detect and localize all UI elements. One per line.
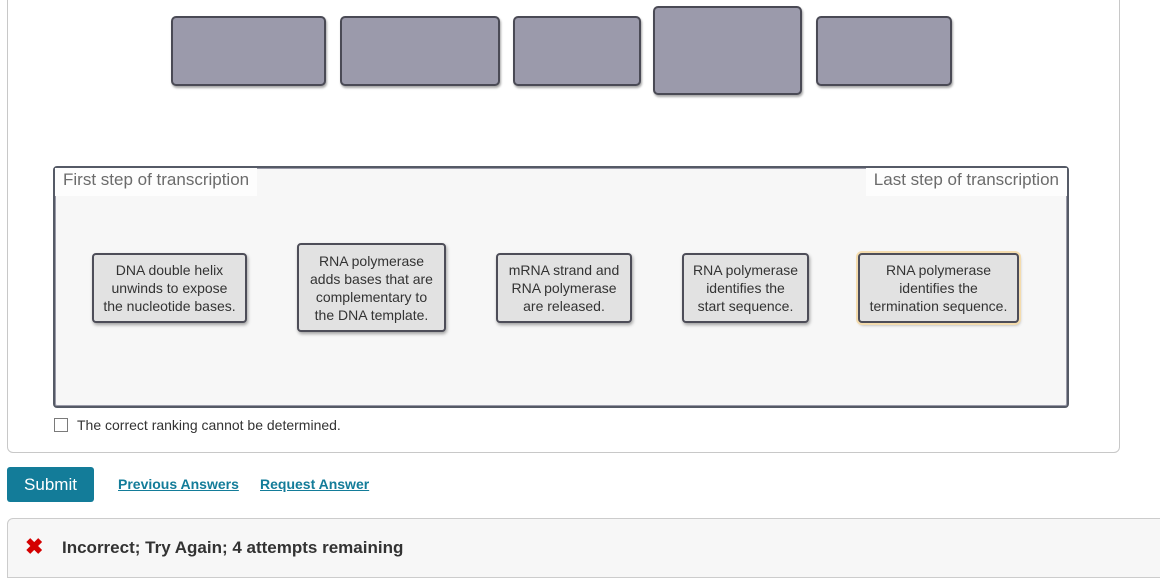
cannot-determine-label: The correct ranking cannot be determined… xyxy=(77,417,341,433)
draggable-card[interactable]: mRNA strand and RNA polymerase are relea… xyxy=(496,253,632,323)
first-step-label: First step of transcription xyxy=(55,168,258,196)
draggable-card[interactable]: RNA polymerase adds bases that are compl… xyxy=(297,243,446,332)
feedback-box: ✖ Incorrect; Try Again; 4 attempts remai… xyxy=(7,518,1160,578)
request-answer-link[interactable]: Request Answer xyxy=(260,476,369,492)
draggable-card[interactable]: RNA polymerase identifies the start sequ… xyxy=(682,253,809,323)
answer-slot-4[interactable] xyxy=(653,6,802,95)
draggable-card[interactable]: DNA double helix unwinds to expose the n… xyxy=(92,253,247,323)
answer-slot-2[interactable] xyxy=(340,16,500,86)
last-step-label: Last step of transcription xyxy=(865,168,1067,196)
draggable-card[interactable]: RNA polymerase identifies the terminatio… xyxy=(858,253,1019,323)
cannot-determine-checkbox[interactable] xyxy=(54,418,68,432)
submit-button[interactable]: Submit xyxy=(7,467,94,502)
answer-slot-3[interactable] xyxy=(513,16,641,86)
cannot-determine-option[interactable]: The correct ranking cannot be determined… xyxy=(54,417,341,433)
previous-answers-link[interactable]: Previous Answers xyxy=(118,476,239,492)
feedback-message: Incorrect; Try Again; 4 attempts remaini… xyxy=(62,538,404,557)
answer-slot-1[interactable] xyxy=(171,16,326,86)
answer-slot-5[interactable] xyxy=(816,16,952,86)
error-x-icon: ✖ xyxy=(25,534,44,559)
